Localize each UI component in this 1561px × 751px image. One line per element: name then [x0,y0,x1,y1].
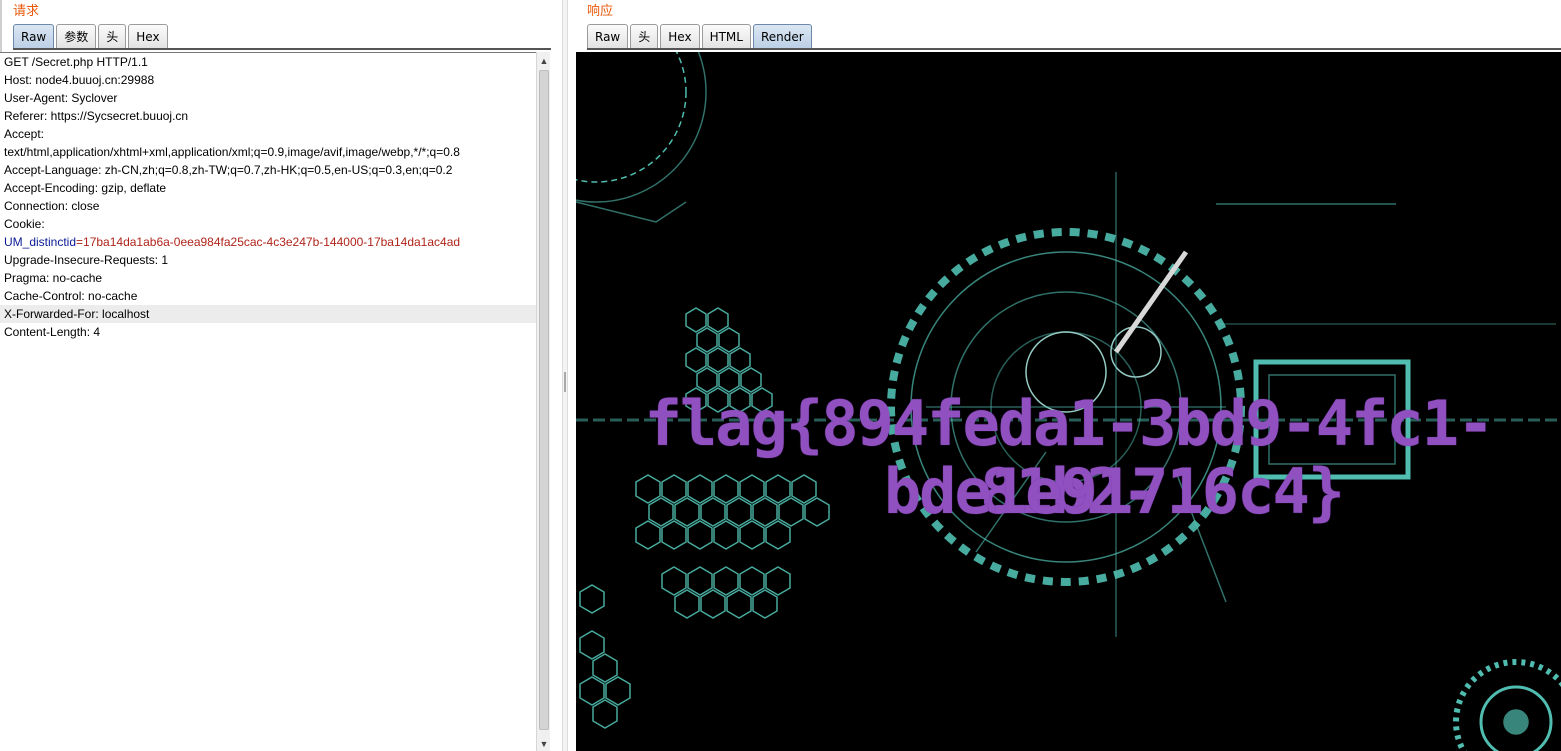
request-line: User-Agent: Syclover [4,91,118,105]
response-tab-underline [587,48,1561,50]
request-line: text/html,application/xhtml+xml,applicat… [4,145,460,159]
scroll-down-arrow-icon[interactable]: ▼ [537,737,551,751]
rendered-response: flag{894feda1-3bd9-4fc1-81b2- bde1e91716… [576,52,1561,751]
pane-splitter[interactable] [562,0,568,751]
response-tab-raw[interactable]: Raw [587,24,629,48]
request-line: Accept-Language: zh-CN,zh;q=0.8,zh-TW;q=… [4,163,453,177]
response-tab-html[interactable]: HTML [701,24,751,48]
request-line: Pragma: no-cache [4,271,103,285]
request-line-highlighted: X-Forwarded-For: localhost [0,305,536,323]
request-line: GET /Secret.php HTTP/1.1 [4,55,148,69]
scroll-up-arrow-icon[interactable]: ▲ [537,54,551,68]
cookie-name: UM_distinctid [4,235,77,249]
scroll-thumb[interactable] [539,70,549,730]
request-scrollbar[interactable]: ▲ ▼ [536,52,550,751]
request-line: Connection: close [4,199,100,213]
request-pane-title: 请求 [13,4,40,19]
flag-text-line2: bde1e91716c4} [883,455,1345,528]
request-line: Upgrade-Insecure-Requests: 1 [4,253,169,267]
request-tab-params[interactable]: 参数 [56,24,97,48]
splitter-grip-icon[interactable] [564,372,566,392]
response-pane-title: 响应 [587,4,614,19]
response-tab-render[interactable]: Render [752,24,812,48]
request-line: Cookie: [4,217,45,231]
request-tab-underline [13,48,551,50]
request-tab-raw[interactable]: Raw [13,24,55,48]
request-tab-hex[interactable]: Hex [128,24,168,48]
request-line: Cache-Control: no-cache [4,289,138,303]
cookie-value: =17ba14da1ab6a-0eea984fa25cac-4c3e247b-1… [76,235,461,249]
request-line: Accept-Encoding: gzip, deflate [4,181,167,195]
request-tab-bar: Raw 参数 头 Hex [13,24,170,50]
response-tab-headers[interactable]: 头 [630,24,659,48]
cookie-line: UM_distinctid=17ba14da1ab6a-0eea984fa25c… [0,233,536,251]
request-line: Content-Length: 4 [4,325,101,339]
request-tab-headers[interactable]: 头 [98,24,127,48]
request-line: Host: node4.buuoj.cn:29988 [4,73,155,87]
request-line: Accept: [4,127,45,141]
request-editor[interactable]: GET /Secret.php HTTP/1.1 Host: node4.buu… [0,52,536,751]
response-tab-hex[interactable]: Hex [660,24,700,48]
response-tab-bar: Raw 头 Hex HTML Render [587,24,814,50]
request-line: Referer: https://Sycsecret.buuoj.cn [4,109,189,123]
